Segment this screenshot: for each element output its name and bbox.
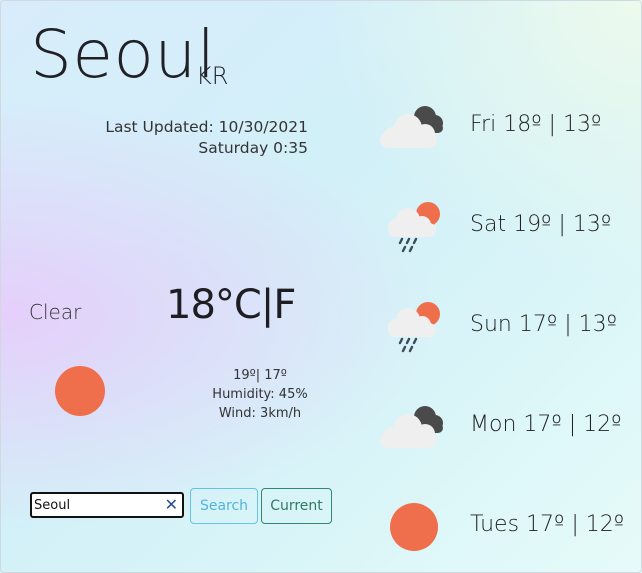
celsius-link[interactable]: C <box>234 282 262 328</box>
wind-speed: Wind: 3km/h <box>218 406 302 421</box>
forecast-text: Sun 17º | 13º <box>470 312 617 337</box>
forecast-row-fri: Fri 18º | 13º <box>378 90 640 160</box>
fahrenheit-link[interactable]: F <box>273 282 296 328</box>
city-name: Seoul <box>30 16 216 93</box>
clear-search-icon[interactable]: ✕ <box>165 496 178 514</box>
broken-clouds-icon <box>380 406 443 448</box>
search-button[interactable]: Search <box>190 488 258 524</box>
search-field: ✕ <box>30 492 184 518</box>
humidity: Humidity: 45% <box>212 387 308 402</box>
country-code: KR <box>196 62 229 90</box>
clear-sun-icon <box>55 366 105 416</box>
clear-sun-icon <box>390 503 438 551</box>
weather-description: Clear <box>29 300 82 324</box>
forecast-text: Fri 18º | 13º <box>470 112 602 137</box>
last-updated-day-time: Saturday 0:35 <box>198 139 308 157</box>
last-updated: Last Updated: 10/30/2021 Saturday 0:35 <box>105 117 308 159</box>
weather-details: 19º| 17º Humidity: 45% Wind: 3km/h <box>200 366 320 423</box>
forecast-row-mon: Mon 17º | 12º <box>378 390 640 460</box>
forecast-text: Tues 17º | 12º <box>470 512 625 537</box>
broken-clouds-icon <box>380 106 443 148</box>
current-location-button[interactable]: Current <box>261 488 332 524</box>
forecast-text: Sat 19º | 13º <box>470 212 612 237</box>
current-temperature: 18°C|F <box>166 282 296 328</box>
forecast-row-tues: Tues 17º | 12º <box>378 490 640 560</box>
last-updated-date: Last Updated: 10/30/2021 <box>105 118 308 136</box>
temperature-value: 18° <box>166 282 235 328</box>
search-input[interactable] <box>34 496 162 514</box>
unit-separator: | <box>260 282 275 328</box>
hi-lo-temperature: 19º| 17º <box>233 368 287 383</box>
forecast-row-sat: Sat 19º | 13º <box>378 190 640 260</box>
forecast-text: Mon 17º | 12º <box>470 412 622 437</box>
rain-sun-icon <box>388 202 440 253</box>
forecast-row-sun: Sun 17º | 13º <box>378 290 640 360</box>
rain-sun-icon <box>388 302 440 353</box>
